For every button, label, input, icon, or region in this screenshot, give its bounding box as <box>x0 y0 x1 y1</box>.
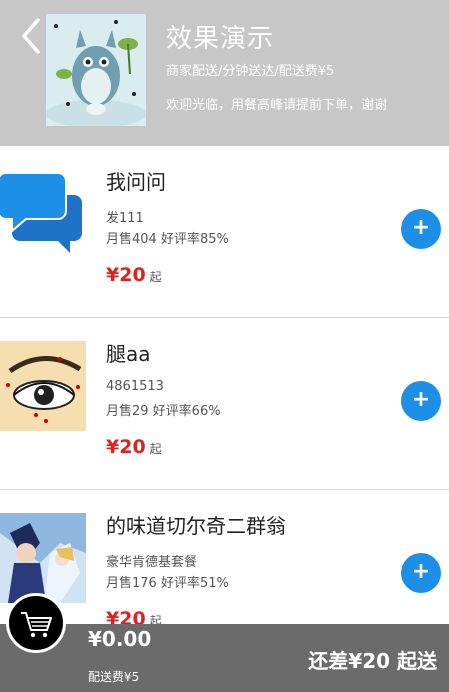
add-to-cart-button[interactable]: + <box>401 381 441 421</box>
product-price: ¥20 起 <box>106 264 162 286</box>
price-value: ¥20 <box>106 436 146 458</box>
product-name: 我问问 <box>106 170 166 194</box>
chat-bubbles-icon <box>0 169 86 259</box>
shop-header: 效果演示 商家配送/分钟送达/配送费¥5 欢迎光临，用餐高峰请提前下单，谢谢 <box>0 0 449 146</box>
product-desc: 豪华肯德基套餐 <box>106 555 198 570</box>
product-name: 腿aa <box>106 342 151 366</box>
product-sales: 月售176 好评率51% <box>106 576 229 591</box>
cart-button[interactable] <box>6 593 66 653</box>
cart-footer: ¥0.00 配送费¥5 还差¥20 起送 <box>0 624 449 692</box>
product-price: ¥20 起 <box>106 436 162 458</box>
shop-notice: 欢迎光临，用餐高峰请提前下单，谢谢 <box>166 98 388 113</box>
product-image <box>0 513 86 603</box>
add-to-cart-button[interactable]: + <box>401 209 441 249</box>
delivery-fee: 配送费¥5 <box>88 670 140 684</box>
product-sales: 月售29 好评率66% <box>106 404 221 419</box>
product-sales: 月售404 好评率85% <box>106 232 229 247</box>
cart-icon <box>21 612 52 638</box>
product-image <box>0 169 86 259</box>
anime-art-image <box>0 513 86 603</box>
list-item[interactable]: 腿aa 4861513 月售29 好评率66% ¥20 起 + <box>0 318 449 490</box>
shop-logo <box>46 14 146 126</box>
price-unit: 起 <box>149 442 162 456</box>
back-button[interactable] <box>18 16 46 56</box>
eye-diagram-image <box>0 341 86 431</box>
product-desc: 4861513 <box>106 379 164 394</box>
price-unit: 起 <box>149 270 162 284</box>
product-list: 我问问 发111 月售404 好评率85% ¥20 起 + 腿aa 4861513… <box>0 146 449 662</box>
product-desc: 发111 <box>106 211 144 226</box>
price-value: ¥20 <box>106 264 146 286</box>
cart-total: ¥0.00 <box>88 627 152 651</box>
delivery-info: 商家配送/分钟送达/配送费¥5 <box>166 64 335 79</box>
shop-title: 效果演示 <box>166 24 275 54</box>
list-item[interactable]: 我问问 发111 月售404 好评率85% ¥20 起 + <box>0 146 449 318</box>
product-image <box>0 341 86 431</box>
product-name: 的味道切尔奇二群翁 <box>106 514 286 538</box>
add-to-cart-button[interactable]: + <box>401 553 441 593</box>
min-order-shortfall: 还差¥20 起送 <box>308 649 437 673</box>
chevron-left-icon <box>22 18 40 54</box>
